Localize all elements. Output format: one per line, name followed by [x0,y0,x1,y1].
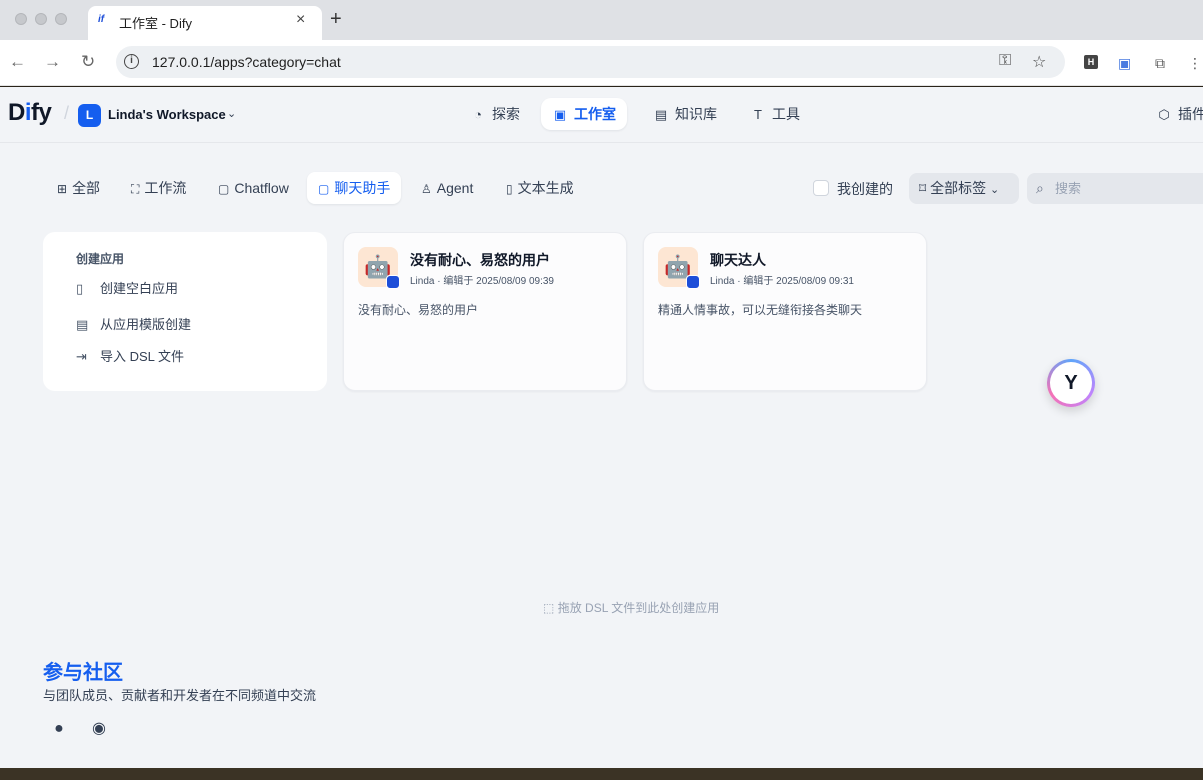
import-dsl-button[interactable]: ⇥ 导入 DSL 文件 [76,346,184,365]
window-close-button[interactable] [15,13,27,25]
drag-drop-icon: ⬚ [543,601,555,615]
chatflow-icon: ▢ [218,182,230,196]
nav-explore[interactable]: ◔ 探索 [459,98,531,130]
reload-icon[interactable]: ↻ [81,52,95,72]
filter-tab-workflow[interactable]: ⛶ 工作流 [120,172,197,204]
app-name: 聊天达人 [710,252,766,268]
created-by-me-checkbox[interactable] [813,180,829,196]
nav-plugins[interactable]: ⬡ 插件 [1156,98,1203,131]
desktop-background [0,768,1203,780]
workspace-name[interactable]: Linda's Workspace [108,107,226,122]
window-minimize-button[interactable] [35,13,47,25]
app-card[interactable]: 🤖 聊天达人 Linda · 编辑于 2025/08/09 09:31 精通人情… [643,232,927,391]
tags-filter-button[interactable]: ⌑ 全部标签 ⌄ [909,173,1019,204]
discord-icon[interactable]: ◉ [89,719,109,739]
compass-icon: ◔ [474,107,482,122]
app-meta: Linda · 编辑于 2025/08/09 09:39 [410,276,554,287]
chat-type-badge-icon [386,275,400,289]
browser-toolbar: ← → ↻ i 127.0.0.1/apps?category=chat ⚿ ☆… [0,40,1203,86]
assistant-logo-icon: Y [1050,362,1092,404]
extensions-puzzle-icon[interactable]: ⧉ [1155,55,1165,72]
nav-tools[interactable]: T 工具 [739,98,811,130]
chevron-down-icon: ⌄ [989,184,1000,196]
app-meta: Linda · 编辑于 2025/08/09 09:31 [710,276,854,287]
dify-app: Dify / L Linda's Workspace ⌄ ◔ 探索 ▣ 工作室 ▤ 知… [0,87,1203,768]
document-icon: ▯ [506,182,513,196]
search-icon: ⌕ [1036,180,1044,196]
app-description: 没有耐心、易怒的用户 [358,303,479,317]
cube-icon: ⬡ [1158,107,1170,122]
app-header: Dify / L Linda's Workspace ⌄ ◔ 探索 ▣ 工作室 ▤ 知… [0,87,1203,143]
workspace-avatar[interactable]: L [78,104,101,127]
grid-icon: ⊞ [57,182,68,196]
dify-logo[interactable]: Dify [8,99,52,127]
app-card[interactable]: 🤖 没有耐心、易怒的用户 Linda · 编辑于 2025/08/09 09:3… [343,232,627,391]
bookmark-star-icon[interactable]: ☆ [1032,52,1046,72]
hammer-icon: T [754,107,762,122]
nav-knowledge[interactable]: ▤ 知识库 [642,98,728,130]
dsl-drop-hint: ⬚ 拖放 DSL 文件到此处创建应用 [543,601,720,615]
create-app-card: 创建应用 ▯ 创建空白应用 ▤ 从应用模版创建 ⇥ 导入 DSL 文件 [43,232,327,391]
dify-favicon-icon: if [98,14,105,25]
created-by-me-label[interactable]: 我创建的 [837,179,893,199]
chat-bubble-icon: ▢ [318,182,330,196]
filter-tab-agent[interactable]: ♙ Agent [410,172,484,204]
tab-title: 工作室 - Dify [119,16,192,31]
extension-h-icon[interactable]: H [1084,55,1098,69]
tab-close-icon[interactable]: × [296,11,305,29]
workflow-icon: ⛶ [131,182,140,196]
template-icon: ▤ [76,317,89,332]
chat-type-badge-icon [686,275,700,289]
browser-tab-strip: if 工作室 - Dify × + [0,0,1203,40]
tag-icon: ⌑ [919,180,927,196]
filter-tab-all[interactable]: ⊞ 全部 [46,172,111,204]
agent-icon: ♙ [421,182,432,196]
window-maximize-button[interactable] [55,13,67,25]
create-app-title: 创建应用 [76,252,125,266]
assistant-fab-button[interactable]: Y [1047,359,1095,407]
key-icon[interactable]: ⚿ [999,52,1011,70]
book-icon: ▤ [654,107,668,122]
search-input[interactable] [1055,173,1203,204]
address-bar[interactable]: i 127.0.0.1/apps?category=chat ⚿ ☆ [116,46,1065,78]
chevron-down-icon[interactable]: ⌄ [227,107,236,120]
filter-tab-chatflow[interactable]: ▢ Chatflow [207,172,300,204]
create-blank-app-button[interactable]: ▯ 创建空白应用 [76,278,178,297]
search-box[interactable]: ⌕ [1027,173,1203,204]
header-divider: / [64,103,70,123]
new-tab-button[interactable]: + [330,7,342,31]
forward-arrow-icon[interactable]: → [44,52,61,72]
file-plus-icon: ▯ [76,281,84,296]
app-name: 没有耐心、易怒的用户 [410,252,550,268]
translate-icon[interactable]: ▣ [1118,55,1131,72]
create-from-template-button[interactable]: ▤ 从应用模版创建 [76,314,191,333]
site-info-icon[interactable]: i [124,54,139,69]
nav-studio[interactable]: ▣ 工作室 [541,98,627,130]
app-description: 精通人情事故，可以无缝衔接各类聊天 [658,303,863,317]
back-arrow-icon[interactable]: ← [9,52,26,72]
address-url[interactable]: 127.0.0.1/apps?category=chat [152,54,341,70]
browser-tab[interactable]: if 工作室 - Dify × [88,6,322,40]
community-title: 参与社区 [43,662,123,684]
github-icon[interactable]: ● [49,719,69,739]
robot-icon: ▣ [553,107,567,122]
browser-menu-icon[interactable]: ⋮ [1188,55,1202,72]
filter-tab-chat-assistant[interactable]: ▢ 聊天助手 [307,172,402,204]
filter-tab-text-generation[interactable]: ▯ 文本生成 [495,172,585,204]
import-icon: ⇥ [76,349,87,364]
community-subtitle: 与团队成员、贡献者和开发者在不同频道中交流 [43,688,317,703]
